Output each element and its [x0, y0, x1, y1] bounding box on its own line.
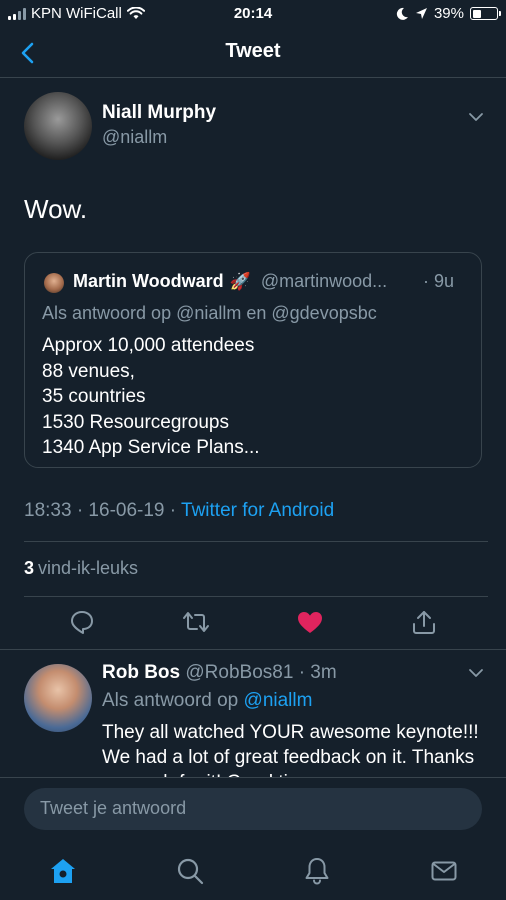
quoted-tweet[interactable]: Martin Woodward 🚀 @martinwood... · 9u Al… [24, 252, 482, 468]
quoted-line: 1530 Resourcegroups [42, 411, 229, 433]
chevron-down-icon[interactable] [467, 108, 485, 126]
tweet-text: Wow. [24, 194, 88, 224]
page-title: Tweet [225, 40, 281, 62]
quoted-time: · 9u [423, 271, 455, 291]
author-handle[interactable]: @niallm [102, 127, 167, 148]
moon-icon [396, 7, 408, 20]
divider [24, 541, 488, 542]
quoted-header: Martin Woodward 🚀 @martinwood... [73, 271, 387, 292]
reply-text: They all watched YOUR awesome keynote!!!… [102, 722, 479, 777]
like-label: vind-ik-leuks [38, 558, 139, 578]
reply-context: Als antwoord op @niallm [102, 690, 312, 712]
reply-icon[interactable] [68, 608, 96, 636]
messages-icon[interactable] [429, 856, 459, 886]
chevron-down-icon[interactable] [467, 664, 485, 682]
nav-bar: Tweet [0, 28, 506, 78]
quoted-reply-context: Als antwoord op @niallm en @gdevopsbc [42, 303, 377, 323]
bottom-bar: Tweet je antwoord [0, 777, 506, 900]
status-bar: KPN WiFiCall 20:14 39% [0, 0, 506, 28]
location-arrow-icon [415, 8, 427, 19]
retweet-icon[interactable] [182, 608, 210, 636]
author-name[interactable]: Niall Murphy [102, 102, 216, 124]
status-right: 39% [395, 5, 501, 22]
reply-compose-input[interactable]: Tweet je antwoord [24, 788, 482, 830]
reply-time: · 3m [298, 662, 337, 683]
tweet-timestamp: 18:33 · 16-06-19 · [24, 500, 182, 521]
quoted-author-avatar [44, 273, 64, 293]
reply-context-prefix: Als antwoord op [102, 690, 244, 711]
rocket-emoji: 🚀 [229, 271, 251, 291]
reply-header: Rob Bos @RobBos81 · 3m [102, 662, 337, 684]
quoted-line: 35 countries [42, 386, 146, 407]
reply-author-avatar[interactable] [24, 664, 92, 732]
like-number: 3 [24, 558, 35, 578]
reply-mention-link[interactable]: @niallm [244, 690, 313, 711]
heart-icon[interactable] [296, 609, 324, 637]
home-icon[interactable] [48, 856, 78, 886]
reply-author-name[interactable]: Rob Bos [102, 662, 180, 683]
quoted-line: Approx 10,000 attendees [42, 335, 255, 356]
reply-author-handle[interactable]: @RobBos81 [185, 662, 293, 683]
share-icon[interactable] [410, 608, 438, 636]
divider [0, 649, 506, 650]
divider [24, 596, 488, 597]
battery-percent: 39% [433, 5, 464, 22]
quoted-text: Approx 10,000 attendees 88 venues, 35 co… [42, 333, 260, 461]
quoted-line: 1340 App Service Plans... [42, 437, 260, 458]
battery-icon [470, 7, 501, 20]
notifications-icon[interactable] [302, 855, 332, 885]
tweet-meta: 18:33 · 16-06-19 · Twitter for Android [24, 500, 334, 522]
quoted-line: 88 venues, [42, 360, 135, 382]
search-icon[interactable] [175, 856, 205, 886]
source-link[interactable]: Twitter for Android [181, 500, 334, 521]
like-count[interactable]: 3 vind-ik-leuks [24, 558, 138, 579]
quoted-author-name: Martin Woodward [73, 271, 224, 291]
quoted-author-handle: @martinwood... [260, 271, 388, 291]
author-avatar[interactable] [24, 92, 92, 160]
